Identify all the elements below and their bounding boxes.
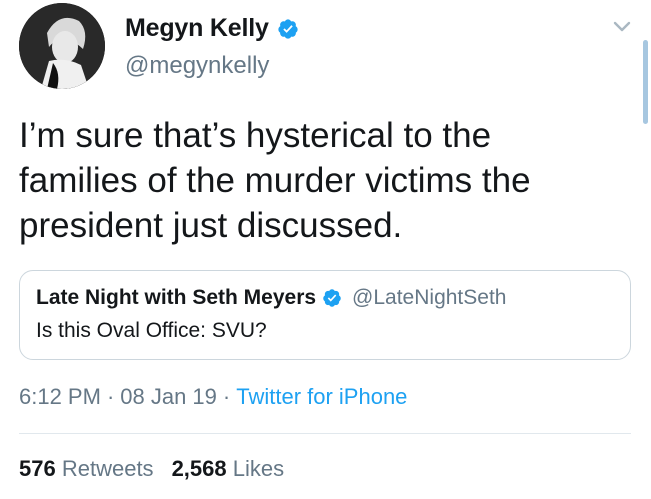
- likes-stat[interactable]: 2,568 Likes: [172, 456, 285, 481]
- tweet-card: Megyn Kelly @megynkelly I’m sure that’s …: [0, 0, 651, 499]
- quoted-tweet[interactable]: Late Night with Seth Meyers @LateNightSe…: [19, 270, 631, 360]
- quoted-tweet-text: Is this Oval Office: SVU?: [36, 319, 267, 342]
- verified-badge-icon: [277, 18, 299, 40]
- chevron-down-icon[interactable]: [609, 14, 635, 40]
- retweets-count: 576: [19, 456, 56, 481]
- retweets-stat[interactable]: 576 Retweets: [19, 456, 154, 481]
- quoted-tweet-header: Late Night with Seth Meyers @LateNightSe…: [36, 286, 506, 310]
- avatar[interactable]: [19, 3, 105, 89]
- tweet-source-link[interactable]: Twitter for iPhone: [236, 384, 407, 409]
- author-display-name[interactable]: Megyn Kelly: [125, 14, 269, 43]
- tweet-stats: 576 Retweets 2,568 Likes: [19, 456, 284, 482]
- tweet-text: I’m sure that’s hysterical to the famili…: [19, 116, 531, 245]
- author-name-row[interactable]: Megyn Kelly: [125, 14, 299, 43]
- scrollbar[interactable]: [643, 40, 648, 124]
- tweet-date[interactable]: 08 Jan 19: [120, 384, 217, 409]
- tweet-time[interactable]: 6:12 PM: [19, 384, 101, 409]
- likes-count: 2,568: [171, 456, 227, 481]
- retweets-label: Retweets: [61, 456, 154, 481]
- verified-badge-icon: [322, 288, 342, 308]
- tweet-meta: 6:12 PM · 08 Jan 19 · Twitter for iPhone: [19, 384, 407, 410]
- avatar-photo: [19, 3, 105, 89]
- divider: [19, 433, 631, 434]
- author-handle[interactable]: @megynkelly: [125, 52, 269, 80]
- likes-label: Likes: [232, 456, 285, 481]
- quoted-author-name: Late Night with Seth Meyers: [36, 286, 317, 309]
- quoted-author-handle: @LateNightSeth: [352, 286, 507, 309]
- meta-separator: ·: [106, 384, 115, 409]
- meta-separator: ·: [222, 384, 231, 409]
